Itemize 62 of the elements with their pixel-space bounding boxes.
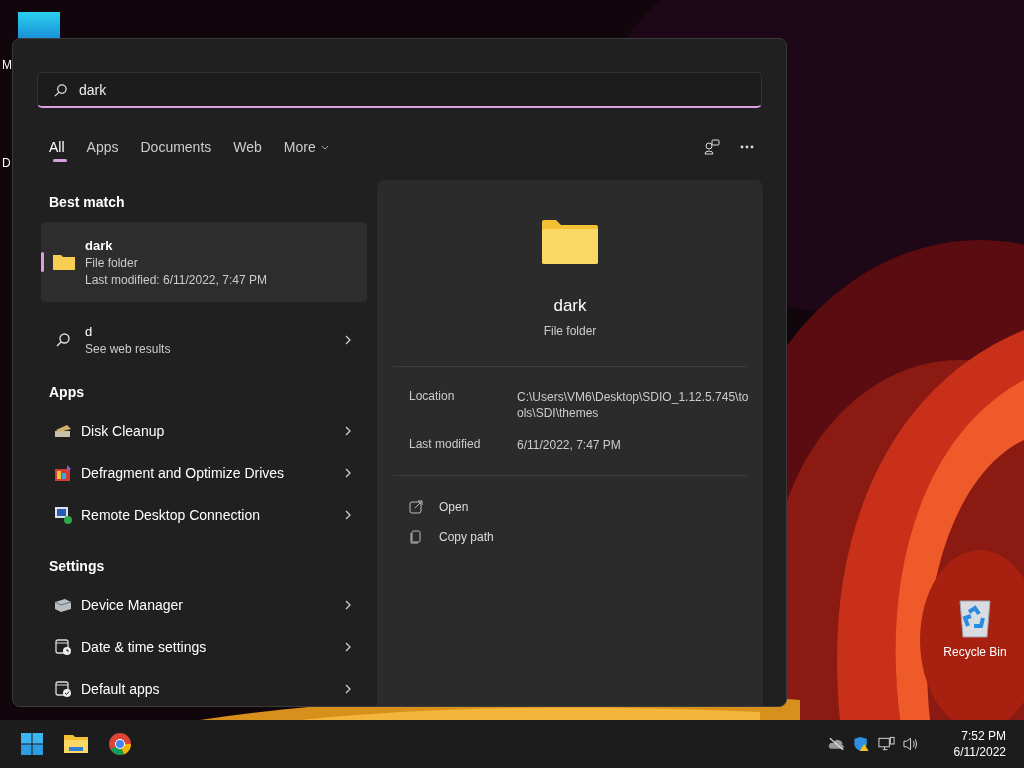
folder-icon	[542, 220, 598, 264]
search-icon	[55, 332, 71, 348]
result-name: d	[85, 324, 94, 339]
filter-tab[interactable]: Web	[233, 128, 262, 166]
speaker-icon[interactable]	[902, 736, 920, 752]
action-link[interactable]: Copy path	[403, 526, 500, 548]
folder-icon	[53, 254, 75, 270]
result-hint: See web results	[85, 342, 172, 356]
web-result-item[interactable]: d See web results	[41, 318, 367, 362]
detail-value: 6/11/2022, 7:47 PM	[517, 437, 622, 453]
calendar-check-icon	[53, 679, 73, 699]
chevron-right-icon	[345, 684, 351, 694]
section-heading: Apps	[48, 384, 85, 400]
result-item[interactable]: Remote Desktop Connection	[41, 494, 367, 536]
clock[interactable]: 7:52 PM 6/11/2022	[947, 725, 1012, 763]
cloud-off-icon[interactable]	[827, 736, 845, 752]
chevron-right-icon	[345, 335, 351, 345]
filter-tab[interactable]: More	[283, 128, 329, 166]
chevron-right-icon	[345, 642, 351, 652]
recycle-bin-icon[interactable]	[957, 597, 993, 639]
section-heading: Settings	[48, 558, 106, 574]
preview-subtitle: File folder	[543, 324, 597, 338]
result-item[interactable]: Default apps	[41, 668, 367, 706]
chevron-right-icon	[345, 468, 351, 478]
result-name: dark	[85, 237, 114, 253]
search-icon	[53, 83, 68, 98]
result-item[interactable]: Date & time settings	[41, 626, 367, 668]
result-modified: Last modified: 6/11/2022, 7:47 PM	[85, 272, 267, 287]
result-item[interactable]: Device Manager	[41, 584, 367, 626]
monitor-icon	[53, 505, 73, 525]
calendar-clock-icon	[53, 637, 73, 657]
detail-label: Last modified	[409, 437, 482, 451]
filter-tab[interactable]: All	[49, 128, 65, 166]
detail-label: Location	[409, 389, 456, 403]
start-icon[interactable]	[20, 732, 44, 756]
search-field[interactable]: dark	[37, 72, 762, 108]
result-item[interactable]: Defragment and Optimize Drives	[41, 452, 367, 494]
preview-title: dark	[553, 296, 587, 316]
drive-chart-icon	[53, 463, 73, 483]
external-link-icon	[409, 500, 423, 514]
chevron-right-icon	[345, 426, 351, 436]
desktop-icon-label: Recycle Bin	[943, 645, 1007, 659]
result-type: File folder	[85, 255, 139, 270]
detail-value: C:\Users\VM6\Desktop\SDIO_1.12.5.745\tools\SDI\themes	[517, 389, 749, 421]
browser-icon[interactable]	[108, 732, 132, 756]
chevron-right-icon	[345, 510, 351, 520]
action-link[interactable]: Open	[403, 496, 475, 518]
section-heading: Best match	[48, 194, 126, 210]
more-icon[interactable]	[740, 145, 754, 149]
desktop-icon-label: M	[2, 58, 12, 72]
result-item[interactable]: Disk Cleanup	[41, 410, 367, 452]
network-icon[interactable]	[877, 736, 895, 752]
filter-tab[interactable]: Documents	[140, 128, 212, 166]
best-match-item[interactable]: dark File folder Last modified: 6/11/2022, 7:47 PM	[41, 222, 367, 302]
copy-icon	[409, 530, 423, 544]
shield-warning-icon[interactable]	[852, 736, 870, 752]
filter-tab[interactable]: Apps	[86, 128, 119, 166]
people-icon[interactable]	[704, 139, 720, 155]
desktop-icon-label: D	[2, 156, 11, 170]
caret-icon	[320, 144, 329, 150]
folder-icon[interactable]	[64, 732, 88, 756]
chevron-right-icon	[345, 600, 351, 610]
